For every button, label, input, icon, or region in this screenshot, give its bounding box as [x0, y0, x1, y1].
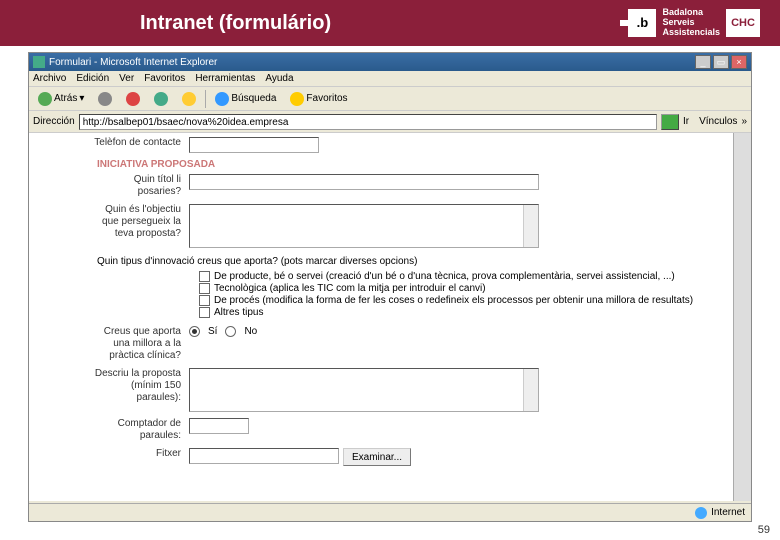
links-label: Vínculos — [699, 116, 737, 127]
window-controls: _ ▭ × — [695, 55, 747, 69]
row-comptador: Comptador de paraules: — [89, 418, 723, 442]
close-button[interactable]: × — [731, 55, 747, 69]
chk4-label: Altres tipus — [214, 307, 263, 318]
window-titlebar: Formulari - Microsoft Internet Explorer … — [29, 53, 751, 71]
menu-bar: Archivo Edición Ver Favoritos Herramient… — [29, 71, 751, 87]
browser-window: Formulari - Microsoft Internet Explorer … — [28, 52, 752, 522]
checkbox-producte[interactable] — [199, 271, 210, 282]
objectiu-textarea[interactable] — [189, 204, 539, 248]
section-iniciativa: INICIATIVA PROPOSADA — [89, 159, 723, 170]
search-label: Búsqueda — [231, 93, 276, 104]
chk-row-2: Tecnològica (aplica les TIC com la mitja… — [199, 283, 723, 294]
home-icon — [182, 92, 196, 106]
search-button[interactable]: Búsqueda — [210, 90, 281, 108]
stop-button[interactable] — [121, 90, 145, 108]
row-telefon: Telèfon de contacte — [89, 137, 723, 153]
status-zone: Internet — [711, 507, 745, 518]
status-right: Internet — [695, 507, 745, 519]
toolbar: Atrás ▾ Búsqueda Favoritos — [29, 87, 751, 111]
slide-page-number: 59 — [758, 524, 770, 536]
menu-edicion[interactable]: Edición — [76, 73, 109, 84]
toolbar-divider — [205, 90, 206, 108]
ie-icon — [33, 56, 45, 68]
checkbox-altres[interactable] — [199, 307, 210, 318]
address-label: Dirección — [33, 116, 75, 127]
back-icon — [38, 92, 52, 106]
maximize-button[interactable]: ▭ — [713, 55, 729, 69]
back-button[interactable]: Atrás ▾ — [33, 90, 89, 108]
address-bar: Dirección http://bsalbep01/bsaec/nova%20… — [29, 111, 751, 133]
row-descriu: Descriu la proposta (mínim 150 paraules)… — [89, 368, 723, 412]
telefon-input[interactable] — [189, 137, 319, 153]
millora-label: Creus que aporta una millora a la pràcti… — [89, 326, 189, 362]
comptador-input[interactable] — [189, 418, 249, 434]
radio-no-label: No — [244, 326, 257, 337]
minimize-button[interactable]: _ — [695, 55, 711, 69]
row-fitxer: Fitxer Examinar... — [89, 448, 723, 466]
tipus-question: Quin tipus d'innovació creus que aporta?… — [97, 256, 723, 267]
form-area: Telèfon de contacte INICIATIVA PROPOSADA… — [29, 133, 733, 501]
refresh-button[interactable] — [149, 90, 173, 108]
logo-chc-icon: CHC — [726, 9, 760, 37]
slide-header: Intranet (formulário) .b Badalona Servei… — [0, 0, 780, 46]
chk1-label: De producte, bé o servei (creació d'un b… — [214, 271, 675, 282]
stop-icon — [126, 92, 140, 106]
favorites-button[interactable]: Favoritos — [285, 90, 352, 108]
back-label: Atrás — [54, 93, 77, 104]
radio-si[interactable] — [189, 326, 200, 337]
go-button[interactable] — [661, 114, 679, 130]
checkbox-tecnologica[interactable] — [199, 283, 210, 294]
examinar-button[interactable]: Examinar... — [343, 448, 411, 466]
radio-si-label: Sí — [208, 326, 217, 337]
star-icon — [290, 92, 304, 106]
forward-button[interactable] — [93, 90, 117, 108]
logo-b-icon: .b — [628, 9, 656, 37]
chk-row-1: De producte, bé o servei (creació d'un b… — [199, 271, 723, 282]
status-bar: Internet — [29, 503, 751, 521]
address-input[interactable]: http://bsalbep01/bsaec/nova%20idea.empre… — [79, 114, 657, 130]
logo-area: .b Badalona Serveis Assistencials CHC — [628, 8, 760, 38]
chevron-right-icon: » — [741, 116, 747, 127]
objectiu-label: Quin és l'objectiu que persegueix la tev… — [89, 204, 189, 240]
telefon-label: Telèfon de contacte — [89, 137, 189, 149]
chk2-label: Tecnològica (aplica les TIC com la mitja… — [214, 283, 486, 294]
titol-input[interactable] — [189, 174, 539, 190]
search-icon — [215, 92, 229, 106]
descriu-label: Descriu la proposta (mínim 150 paraules)… — [89, 368, 189, 404]
page-content: Telèfon de contacte INICIATIVA PROPOSADA… — [29, 133, 751, 501]
window-title: Formulari - Microsoft Internet Explorer — [49, 57, 217, 68]
home-button[interactable] — [177, 90, 201, 108]
chk-row-4: Altres tipus — [199, 307, 723, 318]
fitxer-label: Fitxer — [89, 448, 189, 460]
logo-brand-text: Badalona Serveis Assistencials — [662, 8, 720, 38]
row-objectiu: Quin és l'objectiu que persegueix la tev… — [89, 204, 723, 248]
go-label: Ir — [683, 116, 689, 127]
radio-no[interactable] — [225, 326, 236, 337]
menu-archivo[interactable]: Archivo — [33, 73, 66, 84]
row-millora: Creus que aporta una millora a la pràcti… — [89, 326, 723, 362]
menu-favoritos[interactable]: Favoritos — [144, 73, 185, 84]
internet-zone-icon — [695, 507, 707, 519]
chk-row-3: De procés (modifica la forma de fer les … — [199, 295, 723, 306]
row-titol: Quin títol li posaries? — [89, 174, 723, 198]
refresh-icon — [154, 92, 168, 106]
forward-icon — [98, 92, 112, 106]
comptador-label: Comptador de paraules: — [89, 418, 189, 442]
slide-title: Intranet (formulário) — [140, 12, 331, 35]
titol-label: Quin títol li posaries? — [89, 174, 189, 198]
chk3-label: De procés (modifica la forma de fer les … — [214, 295, 693, 306]
fitxer-input[interactable] — [189, 448, 339, 464]
menu-ayuda[interactable]: Ayuda — [265, 73, 293, 84]
descriu-textarea[interactable] — [189, 368, 539, 412]
vertical-scrollbar[interactable] — [733, 133, 751, 501]
menu-herramientas[interactable]: Herramientas — [195, 73, 255, 84]
menu-ver[interactable]: Ver — [119, 73, 134, 84]
radio-group-millora: Sí No — [189, 326, 257, 337]
checkbox-proces[interactable] — [199, 295, 210, 306]
favorites-label: Favoritos — [306, 93, 347, 104]
chevron-down-icon: ▾ — [79, 93, 84, 104]
